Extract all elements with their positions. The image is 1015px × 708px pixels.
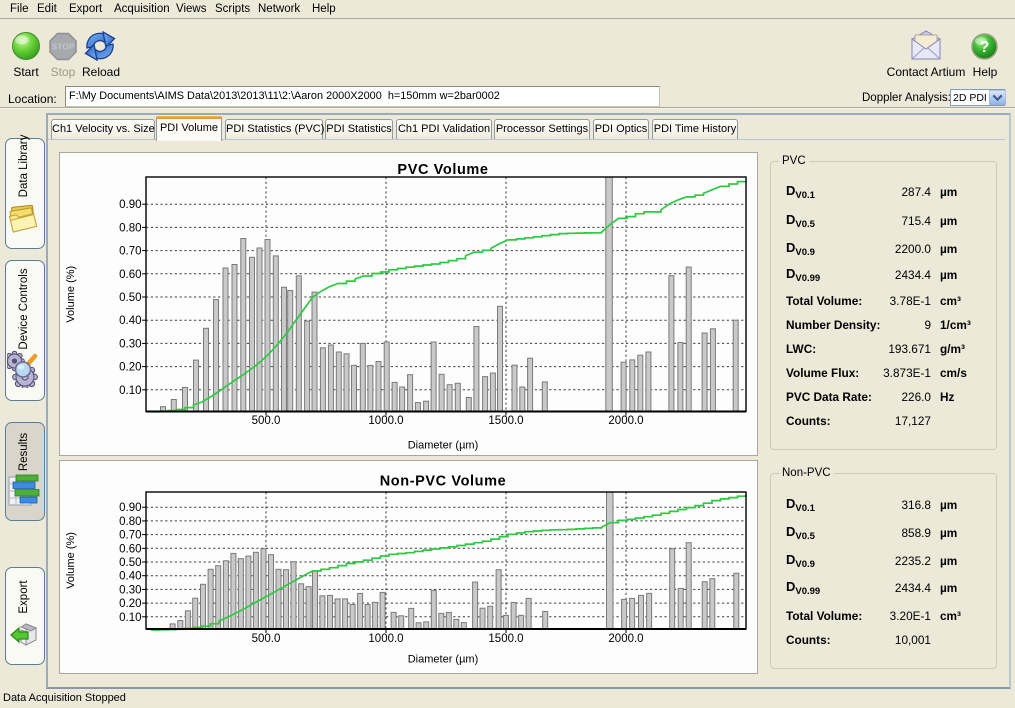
- svg-text:0.80: 0.80: [119, 516, 141, 528]
- svg-text:?: ?: [980, 39, 990, 56]
- svg-text:2000.0: 2000.0: [608, 415, 643, 427]
- svg-text:0.60: 0.60: [119, 543, 141, 555]
- svg-text:0.80: 0.80: [119, 222, 141, 234]
- svg-text:0.70: 0.70: [119, 530, 141, 542]
- svg-text:0.30: 0.30: [119, 338, 141, 350]
- svg-text:0.40: 0.40: [119, 571, 141, 583]
- svg-text:0.90: 0.90: [119, 199, 141, 211]
- svg-text:0.50: 0.50: [119, 292, 141, 304]
- svg-text:Diameter (µm): Diameter (µm): [408, 654, 479, 666]
- svg-text:0.70: 0.70: [119, 246, 141, 258]
- svg-text:STOP: STOP: [52, 42, 75, 52]
- svg-text:500.0: 500.0: [252, 633, 281, 645]
- svg-text:0.60: 0.60: [119, 269, 141, 281]
- svg-text:2000.0: 2000.0: [608, 633, 643, 645]
- svg-text:0.50: 0.50: [119, 557, 141, 569]
- svg-text:0.10: 0.10: [119, 612, 141, 624]
- svg-text:0.10: 0.10: [119, 385, 141, 397]
- svg-text:Volume (%): Volume (%): [65, 266, 77, 323]
- svg-text:Diameter (µm): Diameter (µm): [408, 440, 479, 452]
- svg-text:0.20: 0.20: [119, 362, 141, 374]
- svg-text:Volume (%): Volume (%): [65, 532, 77, 589]
- svg-text:0.40: 0.40: [119, 315, 141, 327]
- svg-text:PVC Volume: PVC Volume: [397, 162, 488, 178]
- svg-text:500.0: 500.0: [252, 415, 281, 427]
- svg-text:1500.0: 1500.0: [488, 415, 523, 427]
- svg-text:1500.0: 1500.0: [488, 633, 523, 645]
- svg-text:0.30: 0.30: [119, 584, 141, 596]
- svg-text:1000.0: 1000.0: [368, 415, 403, 427]
- svg-text:0.20: 0.20: [119, 598, 141, 610]
- svg-text:1000.0: 1000.0: [368, 633, 403, 645]
- svg-text:Non-PVC Volume: Non-PVC Volume: [380, 474, 507, 490]
- svg-text:0.90: 0.90: [119, 502, 141, 514]
